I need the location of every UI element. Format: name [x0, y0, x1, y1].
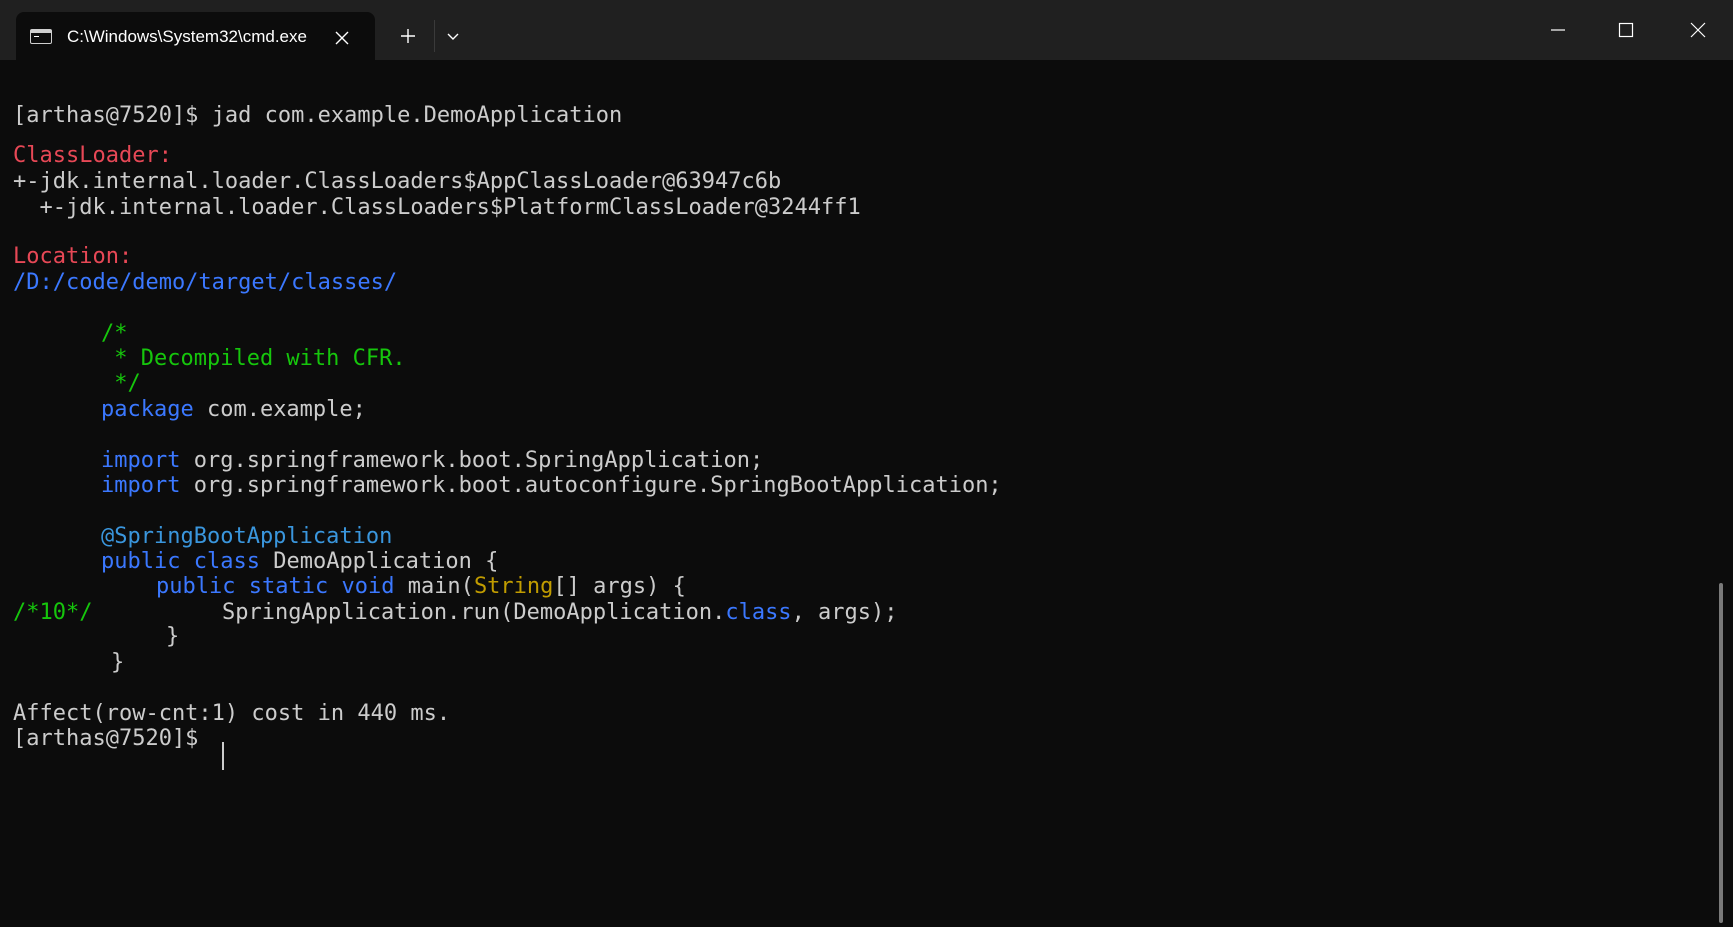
classloader-line: +-jdk.internal.loader.ClassLoaders$AppCl…	[13, 169, 782, 194]
keyword: public	[101, 549, 181, 574]
location-path: /D:/code/demo/target/classes/	[13, 270, 398, 295]
close-icon	[1690, 22, 1706, 38]
terminal-window: C:\Windows\System32\cmd.exe [arthas@7520…	[0, 0, 1733, 927]
tab-dropdown-button[interactable]	[437, 20, 469, 52]
keyword: class	[725, 600, 792, 625]
tab-close-button[interactable]	[330, 26, 354, 50]
code-import: import org.springframework.boot.SpringAp…	[101, 447, 763, 475]
type-name: String	[473, 574, 554, 599]
class-name: DemoApplication {	[259, 549, 499, 574]
prompt: [arthas@7520]$	[13, 726, 199, 751]
method-name: main(	[394, 574, 474, 599]
close-icon	[335, 31, 349, 45]
keyword: class	[193, 549, 260, 574]
plus-icon	[401, 29, 415, 43]
tab-title: C:\Windows\System32\cmd.exe	[67, 27, 307, 46]
tab-cmd[interactable]: C:\Windows\System32\cmd.exe	[16, 12, 375, 60]
scrollbar[interactable]	[1719, 583, 1723, 923]
code-brace: }	[111, 650, 125, 675]
import-path: org.springframework.boot.SpringApplicati…	[180, 448, 764, 473]
code-run-call: SpringApplication.run(DemoApplication.cl…	[222, 599, 898, 627]
command-text: jad com.example.DemoApplication	[211, 103, 623, 128]
maximize-button[interactable]	[1592, 0, 1660, 60]
call-expression: SpringApplication.run(DemoApplication.	[222, 600, 726, 625]
classloader-line: +-jdk.internal.loader.ClassLoaders$Platf…	[13, 195, 861, 220]
keyword: import	[101, 448, 181, 473]
tab-divider	[434, 20, 435, 52]
code-comment: /*	[101, 321, 128, 346]
terminal-icon	[30, 29, 52, 44]
classloader-label: ClassLoader:	[13, 143, 172, 168]
line-number-marker: /*10*/	[13, 600, 93, 625]
keyword: package	[101, 397, 194, 422]
keyword: void	[341, 574, 395, 599]
minimize-icon	[1551, 29, 1565, 31]
keyword: static	[248, 574, 329, 599]
code-package: package com.example;	[101, 396, 366, 424]
call-args: , args);	[791, 600, 898, 625]
code-annotation: @SpringBootApplication	[101, 524, 393, 549]
prompt-line[interactable]: [arthas@7520]$	[13, 725, 198, 753]
keyword: import	[101, 473, 181, 498]
title-bar[interactable]: C:\Windows\System32\cmd.exe	[0, 0, 1733, 60]
text-cursor	[222, 742, 224, 770]
terminal-output[interactable]: [arthas@7520]$ jad com.example.DemoAppli…	[0, 60, 1710, 927]
keyword: public	[156, 574, 236, 599]
code-import: import org.springframework.boot.autoconf…	[101, 472, 1002, 500]
location-label: Location:	[13, 244, 133, 269]
code-class-decl: public class DemoApplication {	[101, 548, 498, 576]
minimize-button[interactable]	[1524, 0, 1592, 60]
code-comment: */	[101, 371, 141, 396]
new-tab-button[interactable]	[392, 20, 424, 52]
close-window-button[interactable]	[1663, 0, 1733, 60]
code-main-decl: public static void main(String[] args) {	[156, 573, 686, 601]
result-line: Affect(row-cnt:1) cost in 440 ms.	[13, 701, 451, 726]
method-params: [] args) {	[553, 574, 686, 599]
package-name: com.example;	[193, 397, 366, 422]
command-line: [arthas@7520]$ jad com.example.DemoAppli…	[13, 102, 622, 130]
import-path: org.springframework.boot.autoconfigure.S…	[180, 473, 1002, 498]
code-comment: * Decompiled with CFR.	[101, 346, 406, 371]
code-brace: }	[166, 624, 180, 649]
maximize-icon	[1618, 22, 1634, 38]
prompt: [arthas@7520]$	[13, 103, 199, 128]
chevron-down-icon	[447, 33, 459, 40]
